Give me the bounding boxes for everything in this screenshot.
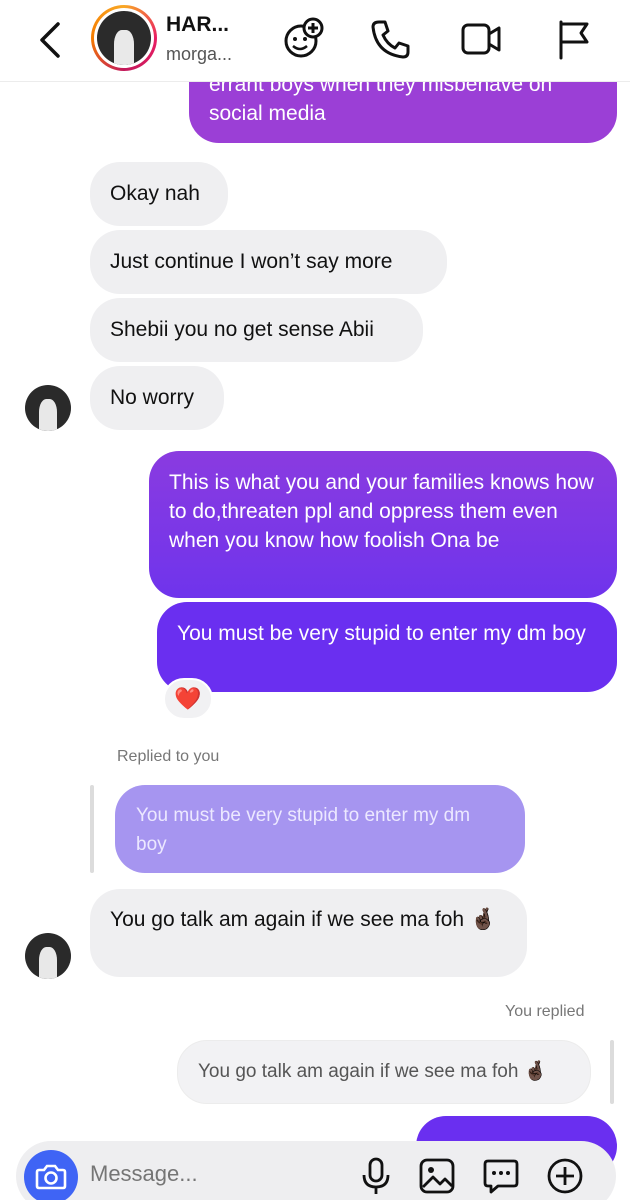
sender-avatar[interactable]: [25, 385, 71, 431]
reaction-heart[interactable]: ❤️: [163, 678, 213, 720]
message-incoming[interactable]: You go talk am again if we see ma foh 🤞🏿: [90, 889, 527, 977]
add-people-icon[interactable]: [280, 16, 326, 62]
replied-label: Replied to you: [117, 748, 220, 765]
sender-avatar[interactable]: [25, 933, 71, 979]
gallery-icon[interactable]: [416, 1155, 458, 1197]
message-text: You must be very stupid to enter my dm b…: [177, 622, 586, 645]
message-outgoing[interactable]: This is what you and your families knows…: [149, 451, 617, 598]
contact-username[interactable]: morga...: [166, 44, 232, 65]
message-incoming[interactable]: Just continue I won’t say more: [90, 230, 447, 294]
microphone-icon[interactable]: [355, 1155, 397, 1197]
video-icon[interactable]: [458, 16, 504, 62]
quoted-text: You must be very stupid to enter my dm b…: [136, 805, 471, 855]
contact-avatar[interactable]: [91, 5, 157, 71]
message-text: Okay nah: [110, 182, 200, 205]
quote-bar: [90, 785, 94, 873]
quoted-text: You go talk am again if we see ma foh 🤞🏿: [198, 1061, 548, 1082]
message-text: social media: [209, 102, 326, 125]
quoted-message[interactable]: You must be very stupid to enter my dm b…: [115, 785, 525, 873]
heart-icon: ❤️: [174, 686, 202, 711]
message-incoming[interactable]: Shebii you no get sense Abii: [90, 298, 423, 362]
contact-name[interactable]: HAR...: [166, 13, 229, 37]
message-text: No worry: [110, 386, 195, 409]
camera-icon: [35, 1164, 67, 1190]
flag-icon[interactable]: [551, 16, 597, 62]
phone-icon[interactable]: [367, 16, 413, 62]
sticker-icon[interactable]: [480, 1155, 522, 1197]
message-input[interactable]: [90, 1161, 350, 1187]
plus-icon[interactable]: [544, 1155, 586, 1197]
message-incoming[interactable]: Okay nah: [90, 162, 228, 226]
quote-bar: [610, 1040, 614, 1104]
camera-button[interactable]: [24, 1150, 78, 1200]
message-incoming[interactable]: No worry: [90, 366, 224, 430]
you-replied-label: You replied: [505, 1003, 585, 1020]
message-text: This is what you and your families knows…: [169, 471, 594, 552]
back-arrow-icon[interactable]: [30, 18, 74, 62]
quoted-own-message[interactable]: You go talk am again if we see ma foh 🤞🏿: [177, 1040, 591, 1104]
message-text: You go talk am again if we see ma foh 🤞🏿: [110, 908, 497, 931]
message-text: Just continue I won’t say more: [110, 250, 393, 273]
message-outgoing[interactable]: You must be very stupid to enter my dm b…: [157, 602, 617, 692]
chat-header: HAR... morga...: [0, 0, 630, 82]
message-composer: [16, 1141, 616, 1200]
message-text: Shebii you no get sense Abii: [110, 318, 374, 341]
